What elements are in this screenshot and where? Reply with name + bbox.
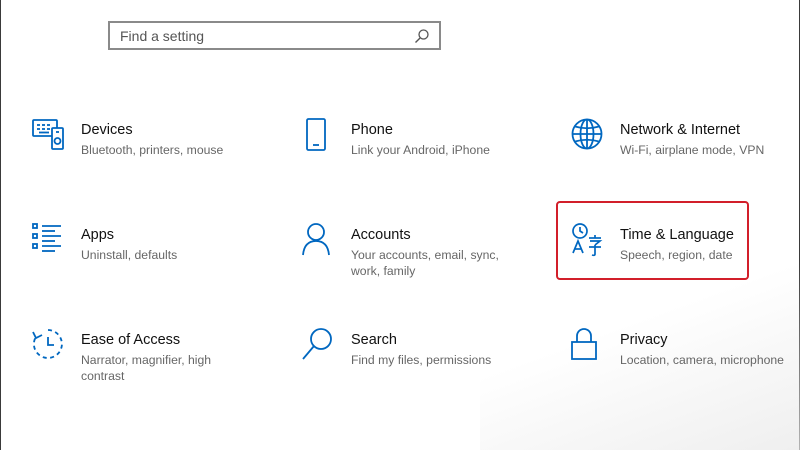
tile-phone[interactable]: Phone Link your Android, iPhone <box>302 118 527 198</box>
tile-accounts[interactable]: Accounts Your accounts, email, sync, wor… <box>302 223 527 303</box>
tile-apps[interactable]: Apps Uninstall, defaults <box>32 223 257 303</box>
search-input[interactable] <box>110 23 411 48</box>
selection-highlight <box>556 201 749 280</box>
search-icon[interactable] <box>411 25 433 47</box>
window-border-left <box>0 0 1 450</box>
tile-description: Wi-Fi, airplane mode, VPN <box>620 143 765 157</box>
tile-search[interactable]: Search Find my files, permissions <box>302 328 527 408</box>
tile-description: Location, camera, microphone <box>620 353 784 367</box>
tile-description: Link your Android, iPhone <box>351 143 490 157</box>
tile-network-internet[interactable]: Network & Internet Wi-Fi, airplane mode,… <box>571 118 796 198</box>
search-icon <box>302 328 338 364</box>
tile-description: Uninstall, defaults <box>81 248 178 262</box>
tile-description: Your accounts, email, sync, work, family <box>351 248 499 278</box>
tile-description: Bluetooth, printers, mouse <box>81 143 224 157</box>
tile-ease-of-access[interactable]: Ease of Access Narrator, magnifier, high… <box>32 328 257 408</box>
tile-title: Network & Internet <box>620 122 741 138</box>
phone-icon <box>302 118 338 154</box>
tile-title: Privacy <box>620 332 668 348</box>
tile-privacy[interactable]: Privacy Location, camera, microphone <box>571 328 796 408</box>
tile-title: Devices <box>81 122 133 138</box>
person-icon <box>302 223 338 259</box>
apps-list-icon <box>32 223 68 259</box>
search-box[interactable] <box>108 21 441 50</box>
tile-title: Search <box>351 332 397 348</box>
tile-title: Ease of Access <box>81 332 181 348</box>
tile-title: Phone <box>351 122 393 138</box>
tile-devices[interactable]: Devices Bluetooth, printers, mouse <box>32 118 257 198</box>
tile-title: Apps <box>81 227 115 243</box>
tile-title: Accounts <box>351 227 411 243</box>
globe-icon <box>571 118 607 154</box>
tile-description: Narrator, magnifier, high contrast <box>81 353 212 383</box>
devices-icon <box>32 118 68 154</box>
lock-icon <box>571 328 607 364</box>
tile-description: Find my files, permissions <box>351 353 492 367</box>
ease-of-access-icon <box>32 328 68 364</box>
